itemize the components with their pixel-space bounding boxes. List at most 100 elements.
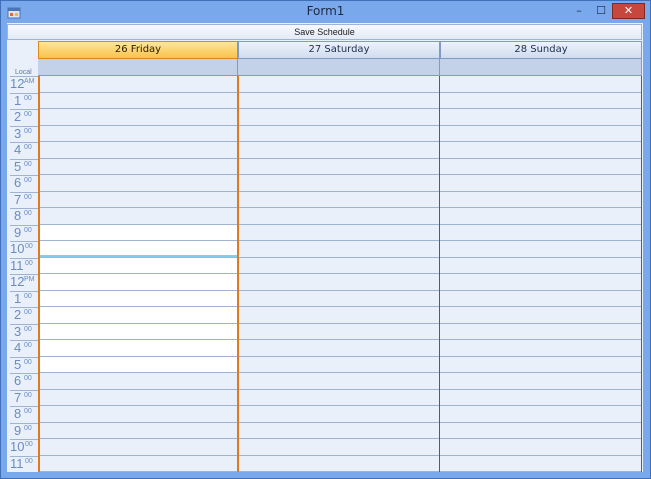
time-slot[interactable] [38, 323, 238, 340]
hour-suffix: 00 [25, 259, 33, 267]
hour-number: 10 [10, 439, 25, 454]
time-slot[interactable] [238, 109, 440, 126]
hour-suffix: 00 [24, 292, 32, 300]
hour-suffix: 00 [24, 358, 32, 366]
time-slot[interactable] [38, 142, 238, 159]
time-slot[interactable] [440, 125, 642, 142]
time-slot[interactable] [440, 422, 642, 439]
all-day-cell-friday[interactable] [38, 59, 238, 76]
time-slot[interactable] [238, 389, 440, 406]
time-slot[interactable] [238, 290, 440, 307]
time-slot[interactable] [38, 125, 238, 142]
time-slot[interactable] [440, 307, 642, 324]
time-slot[interactable] [238, 92, 440, 109]
time-ruler-hour: 1 00 [10, 290, 38, 307]
time-slot[interactable] [38, 340, 238, 357]
timezone-label: Local [15, 69, 32, 76]
hour-number: 6 [14, 373, 22, 388]
time-slot[interactable] [238, 323, 440, 340]
time-slot[interactable] [440, 439, 642, 456]
scheduler-view: Local 12 AM 1 00 2 00 3 00 4 00 5 00 6 00 7 00 8 00 9 00 10 0… [7, 41, 643, 472]
time-slot[interactable] [38, 109, 238, 126]
time-slot[interactable] [238, 257, 440, 274]
all-day-row [38, 59, 642, 76]
time-slot[interactable] [38, 191, 238, 208]
hour-suffix: 00 [25, 457, 33, 465]
time-slot[interactable] [440, 455, 642, 472]
time-slot[interactable] [238, 175, 440, 192]
time-slot[interactable] [440, 323, 642, 340]
time-slot[interactable] [238, 158, 440, 175]
close-icon[interactable]: ✕ [612, 3, 645, 19]
time-slot[interactable] [38, 257, 238, 274]
day-header-saturday[interactable]: 27 Saturday [238, 41, 440, 59]
time-slot[interactable] [38, 422, 238, 439]
time-slot[interactable] [38, 92, 238, 109]
time-slot[interactable] [440, 208, 642, 225]
maximize-icon[interactable]: ☐ [593, 3, 609, 19]
time-slot[interactable] [238, 406, 440, 423]
time-slot[interactable] [238, 307, 440, 324]
time-slot[interactable] [238, 455, 440, 472]
time-slot[interactable] [238, 356, 440, 373]
time-slot[interactable] [38, 208, 238, 225]
time-ruler: Local 12 AM 1 00 2 00 3 00 4 00 5 00 6 00 7 00 8 00 9 00 10 0… [7, 41, 38, 472]
time-slot[interactable] [440, 191, 642, 208]
time-slot[interactable] [38, 76, 238, 93]
time-slot[interactable] [238, 224, 440, 241]
time-slot[interactable] [238, 373, 440, 390]
save-schedule-button[interactable]: Save Schedule [7, 24, 642, 40]
title-bar[interactable]: Form1 – ☐ ✕ [1, 1, 650, 23]
time-slot[interactable] [440, 356, 642, 373]
time-slot[interactable] [38, 158, 238, 175]
time-slot[interactable] [440, 158, 642, 175]
time-slot[interactable] [238, 340, 440, 357]
time-slot[interactable] [238, 208, 440, 225]
time-slot[interactable] [440, 142, 642, 159]
time-ruler-hour: 8 00 [10, 208, 38, 224]
time-slot[interactable] [238, 439, 440, 456]
hour-number: 3 [14, 125, 22, 141]
time-slot[interactable] [440, 76, 642, 93]
time-slot[interactable] [440, 257, 642, 274]
time-slot[interactable] [440, 175, 642, 192]
time-slot[interactable] [440, 274, 642, 291]
time-slot[interactable] [38, 290, 238, 307]
time-slot[interactable] [38, 389, 238, 406]
hour-number: 6 [14, 175, 22, 190]
time-slot[interactable] [38, 274, 238, 291]
time-slot[interactable] [440, 224, 642, 241]
time-slot[interactable] [38, 406, 238, 423]
time-slot[interactable] [238, 142, 440, 159]
time-slot[interactable] [238, 76, 440, 93]
time-slot[interactable] [38, 356, 238, 373]
time-slot[interactable] [238, 241, 440, 258]
time-slot[interactable] [238, 125, 440, 142]
time-slot[interactable] [38, 224, 238, 241]
day-header-friday[interactable]: 26 Friday [38, 41, 238, 59]
all-day-cell-sunday[interactable] [440, 59, 642, 76]
hour-number: 3 [14, 323, 22, 339]
hour-number: 2 [14, 109, 22, 124]
time-slot[interactable] [38, 307, 238, 324]
time-slot[interactable] [440, 109, 642, 126]
time-slot[interactable] [38, 455, 238, 472]
time-slot[interactable] [440, 340, 642, 357]
time-slot[interactable] [440, 241, 642, 258]
time-slot[interactable] [38, 175, 238, 192]
time-slot[interactable] [440, 406, 642, 423]
time-slot[interactable] [38, 439, 238, 456]
time-slot[interactable] [238, 191, 440, 208]
time-ruler-hour: 10 00 [10, 439, 38, 455]
time-slot[interactable] [440, 373, 642, 390]
all-day-cell-saturday[interactable] [238, 59, 440, 76]
minimize-icon[interactable]: – [572, 3, 586, 19]
time-slot[interactable] [440, 389, 642, 406]
time-slot[interactable] [238, 422, 440, 439]
time-slot[interactable] [440, 92, 642, 109]
day-header-sunday[interactable]: 28 Sunday [440, 41, 642, 59]
time-slot[interactable] [238, 274, 440, 291]
hour-suffix: 00 [24, 94, 32, 102]
time-slot[interactable] [38, 373, 238, 390]
time-slot[interactable] [440, 290, 642, 307]
